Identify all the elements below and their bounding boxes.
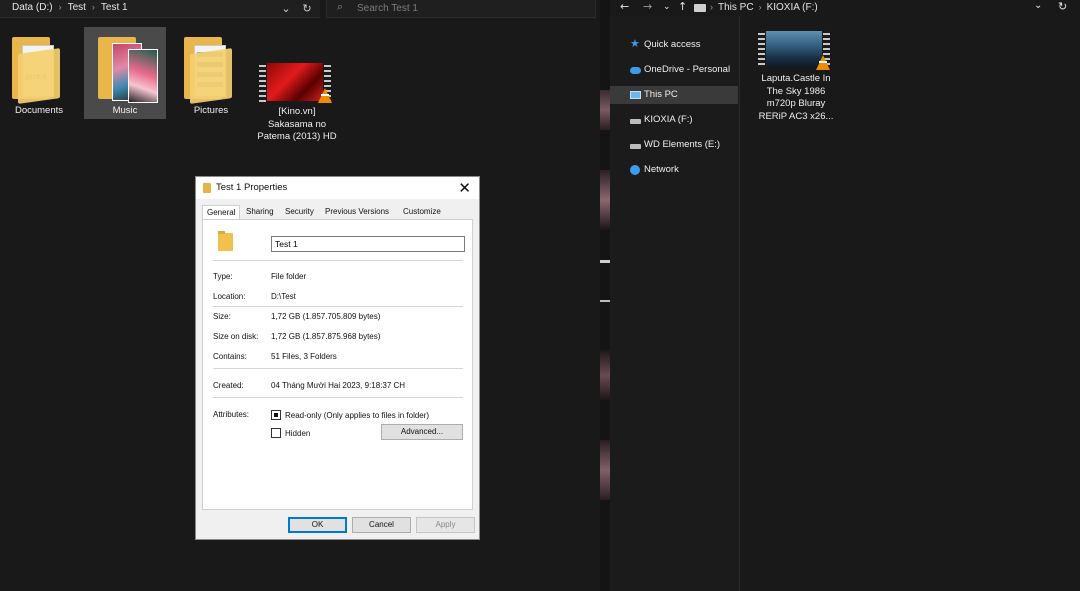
window-gap-background bbox=[600, 0, 610, 591]
refresh-icon[interactable]: ↻ bbox=[1058, 0, 1067, 13]
created-value: 04 Tháng Mười Hai 2023, 9:18:37 CH bbox=[271, 381, 406, 390]
hidden-label[interactable]: Hidden bbox=[285, 429, 310, 438]
chevron-down-icon[interactable]: ⌄ bbox=[663, 2, 671, 12]
search-input[interactable] bbox=[357, 1, 587, 15]
folder-label: Documents bbox=[14, 105, 64, 116]
nav-item-label: Quick access bbox=[644, 39, 701, 50]
folder-label: Music bbox=[112, 105, 138, 116]
cancel-button[interactable]: Cancel bbox=[352, 517, 411, 533]
breadcrumb-item[interactable]: Test 1 bbox=[101, 2, 128, 13]
nav-item-network[interactable]: Network bbox=[610, 161, 738, 179]
refresh-icon[interactable]: ↻ bbox=[299, 1, 315, 17]
tab-general[interactable]: General bbox=[202, 205, 241, 220]
network-icon bbox=[630, 165, 640, 175]
folder-tile-music[interactable]: Music bbox=[84, 27, 166, 119]
nav-item-label: OneDrive - Personal bbox=[644, 64, 731, 75]
music-folder-icon bbox=[98, 37, 158, 103]
address-bar[interactable]: Data (D:) › Test › Test 1 ⌄ ↻ bbox=[0, 0, 320, 18]
breadcrumb-item[interactable]: Test bbox=[68, 2, 86, 13]
nav-item-label: Network bbox=[644, 164, 679, 175]
close-icon[interactable]: ✕ bbox=[458, 179, 471, 197]
chevron-right-icon: › bbox=[91, 2, 95, 12]
navigation-pane: ★ Quick access OneDrive - Personal This … bbox=[610, 16, 740, 591]
type-value: File folder bbox=[271, 272, 307, 281]
apply-button[interactable]: Apply bbox=[416, 517, 475, 533]
cloud-icon bbox=[630, 67, 641, 74]
computer-icon bbox=[630, 91, 641, 99]
size-label: Size: bbox=[213, 312, 231, 321]
right-explorer-window: ← → ⌄ ↑ › This PC › KIOXIA (F:) ⌄ ↻ ★ Quick… bbox=[610, 0, 1080, 591]
nav-item-label: This PC bbox=[644, 89, 678, 100]
folder-icon bbox=[203, 183, 211, 193]
folder-icon bbox=[218, 231, 233, 251]
breadcrumb-item[interactable]: KIOXIA (F:) bbox=[767, 2, 818, 13]
readonly-checkbox[interactable] bbox=[271, 410, 281, 420]
divider bbox=[213, 368, 463, 369]
file-tile-laputa[interactable]: Laputa.Castle In The Sky 1986 m720p Blur… bbox=[758, 28, 834, 128]
breadcrumb: Data (D:) › Test › Test 1 bbox=[12, 2, 128, 13]
divider bbox=[213, 260, 463, 261]
drive-icon bbox=[630, 144, 641, 149]
contains-label: Contains: bbox=[213, 352, 247, 361]
chevron-down-icon[interactable]: ⌄ bbox=[278, 1, 294, 17]
size-value: 1,72 GB (1.857.705.809 bytes) bbox=[271, 312, 381, 321]
drive-icon bbox=[630, 119, 641, 124]
chevron-right-icon: › bbox=[58, 2, 62, 12]
hidden-checkbox[interactable] bbox=[271, 428, 281, 438]
nav-item-kioxia[interactable]: KIOXIA (F:) bbox=[610, 111, 738, 129]
back-arrow-icon[interactable]: ← bbox=[620, 0, 629, 13]
search-icon: ⌕ bbox=[337, 1, 344, 13]
pictures-folder-icon bbox=[184, 37, 234, 104]
location-label: Location: bbox=[213, 292, 246, 301]
chevron-right-icon: › bbox=[710, 2, 713, 12]
vlc-cone-icon bbox=[318, 88, 332, 103]
dialog-title: Test 1 Properties bbox=[216, 182, 288, 193]
search-box[interactable]: ⌕ bbox=[326, 0, 596, 18]
contains-value: 51 Files, 3 Folders bbox=[271, 352, 337, 361]
nav-item-this-pc[interactable]: This PC bbox=[610, 86, 738, 104]
type-label: Type: bbox=[213, 272, 233, 281]
up-arrow-icon[interactable]: ↑ bbox=[678, 0, 687, 13]
breadcrumb-item[interactable]: Data (D:) bbox=[12, 2, 53, 13]
nav-item-wd-elements[interactable]: WD Elements (E:) bbox=[610, 136, 738, 154]
properties-dialog: Test 1 Properties ✕ General Sharing Secu… bbox=[195, 176, 480, 540]
size-on-disk-value: 1,72 GB (1.857.875.968 bytes) bbox=[271, 332, 381, 341]
readonly-label[interactable]: Read-only (Only applies to files in fold… bbox=[285, 411, 429, 420]
nav-item-label: KIOXIA (F:) bbox=[644, 114, 693, 125]
folder-name-field[interactable] bbox=[271, 236, 465, 252]
file-label: Laputa.Castle In The Sky 1986 m720p Blur… bbox=[758, 73, 834, 122]
computer-icon bbox=[694, 4, 706, 12]
dialog-titlebar[interactable]: Test 1 Properties ✕ bbox=[196, 177, 479, 199]
folder-tile-documents[interactable]: JOCK X Documents bbox=[0, 27, 80, 119]
ok-button[interactable]: OK bbox=[288, 517, 347, 533]
forward-arrow-icon[interactable]: → bbox=[643, 0, 652, 13]
navigation-bar: ← → ⌄ ↑ › This PC › KIOXIA (F:) ⌄ ↻ bbox=[610, 0, 1080, 16]
tab-security[interactable]: Security bbox=[285, 207, 314, 219]
file-tile-video[interactable]: [Kino.vn] Sakasama no Patema (2013) HD bbox=[256, 54, 338, 154]
advanced-button[interactable]: Advanced... bbox=[381, 424, 463, 440]
size-on-disk-label: Size on disk: bbox=[213, 332, 259, 341]
divider bbox=[213, 397, 463, 398]
nav-item-label: WD Elements (E:) bbox=[644, 139, 721, 150]
breadcrumb-item[interactable]: This PC bbox=[718, 2, 754, 13]
nav-item-quick-access[interactable]: ★ Quick access bbox=[610, 36, 738, 54]
documents-folder-icon: JOCK X bbox=[12, 37, 62, 104]
divider bbox=[213, 306, 463, 307]
general-tab-panel: Type: File folder Location: D:\Test Size… bbox=[202, 219, 473, 510]
nav-item-onedrive[interactable]: OneDrive - Personal bbox=[610, 61, 738, 79]
chevron-right-icon: › bbox=[758, 2, 762, 12]
location-value: D:\Test bbox=[271, 292, 296, 301]
created-label: Created: bbox=[213, 381, 244, 390]
folder-label: Pictures bbox=[193, 105, 229, 116]
vlc-cone-icon bbox=[816, 55, 830, 70]
breadcrumb: › This PC › KIOXIA (F:) bbox=[710, 2, 818, 13]
star-icon: ★ bbox=[630, 38, 640, 50]
folder-tile-pictures[interactable]: Pictures bbox=[170, 27, 252, 119]
attributes-label: Attributes: bbox=[213, 410, 250, 419]
file-label: [Kino.vn] Sakasama no Patema (2013) HD bbox=[257, 106, 337, 142]
tab-sharing[interactable]: Sharing bbox=[246, 207, 274, 219]
chevron-down-icon[interactable]: ⌄ bbox=[1034, 0, 1042, 11]
tab-customize[interactable]: Customize bbox=[403, 207, 441, 219]
tab-previous-versions[interactable]: Previous Versions bbox=[325, 207, 389, 219]
